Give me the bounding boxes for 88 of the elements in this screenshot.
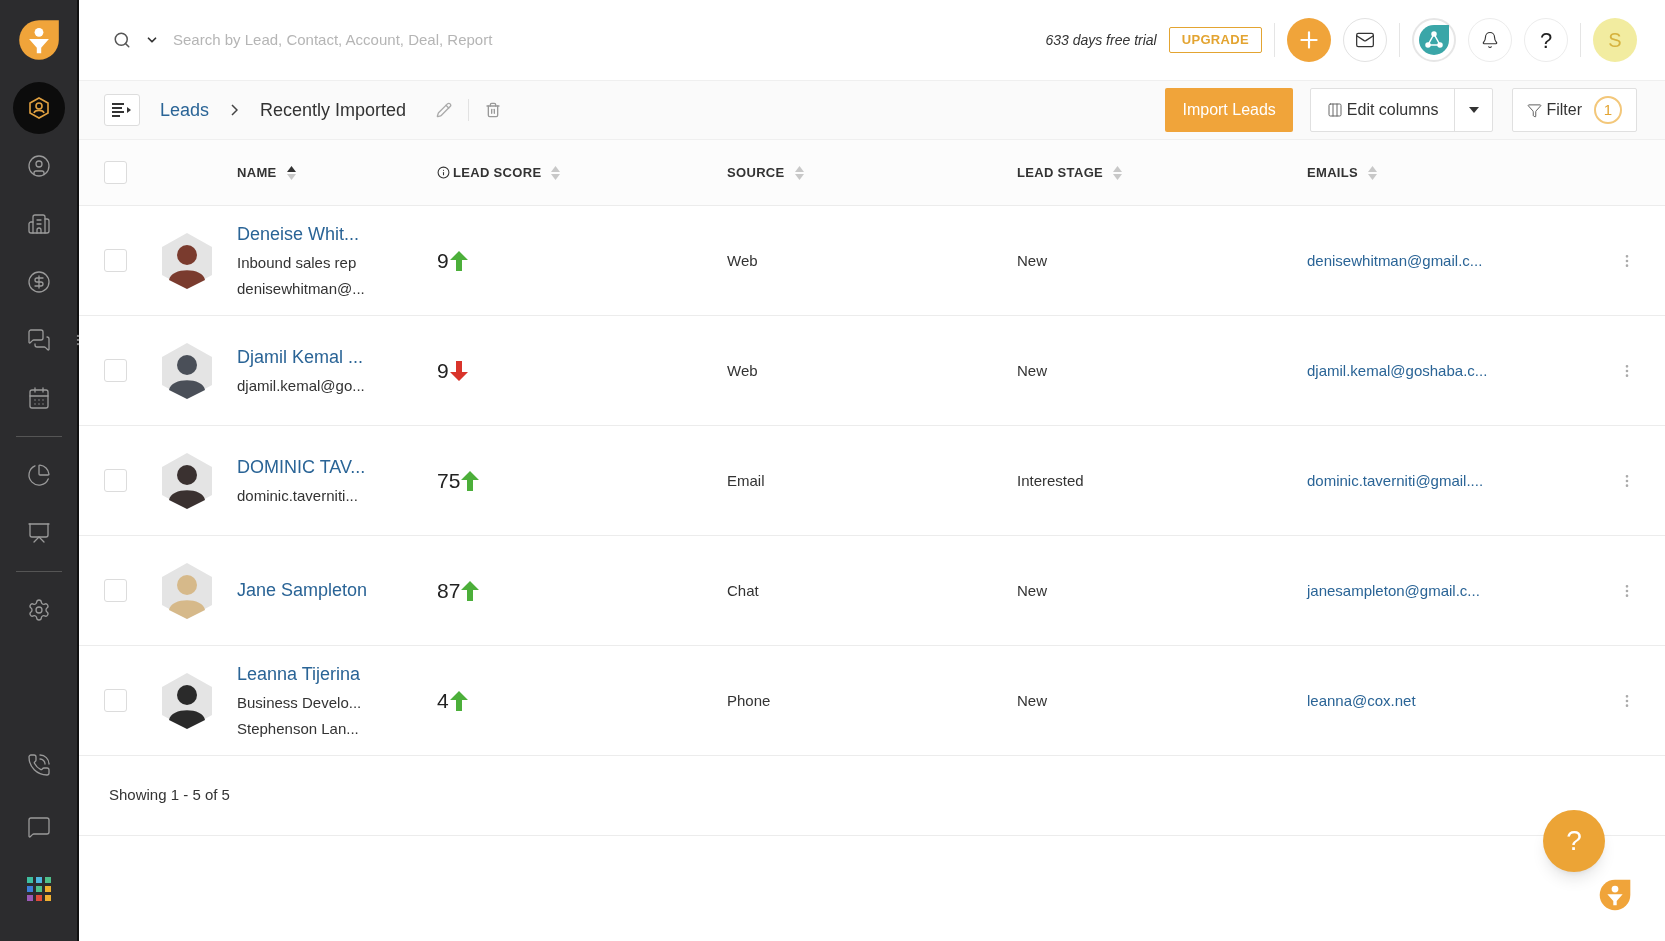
- lead-name-link[interactable]: Djamil Kemal ...: [237, 343, 437, 371]
- lead-detail-text: Business Develo...: [237, 692, 363, 713]
- pie-chart-icon: [26, 463, 51, 487]
- search-field[interactable]: Search by Lead, Contact, Account, Deal, Report: [173, 28, 693, 52]
- lead-name-link[interactable]: Leanna Tijerina: [237, 660, 437, 688]
- avatar: [160, 341, 214, 400]
- list-toggle-button[interactable]: [104, 94, 140, 126]
- network-icon: [1418, 24, 1450, 56]
- lead-detail-text: Stephenson Lan...: [237, 719, 360, 739]
- lead-score-text: 75: [437, 467, 461, 494]
- trial-text: 633 days free trial: [1045, 30, 1157, 50]
- settings-icon: [26, 598, 51, 622]
- email-link[interactable]: denisewhitman@gmail.c...: [1307, 251, 1483, 269]
- filter-count-badge: 1: [1594, 96, 1622, 124]
- notifications-button[interactable]: [1468, 18, 1512, 62]
- filter-icon: [1527, 102, 1543, 118]
- column-header[interactable]: EMAILS: [1307, 162, 1359, 183]
- chat-bubbles-icon: [26, 328, 51, 352]
- lead-score-text: 4: [437, 687, 449, 714]
- breadcrumb-link[interactable]: Leads: [160, 96, 210, 124]
- column-header[interactable]: SOURCE: [727, 162, 785, 183]
- message-icon: [26, 815, 51, 839]
- source-text: Chat: [727, 581, 759, 599]
- email-link[interactable]: janesampleton@gmail.c...: [1307, 581, 1480, 599]
- bell-icon: [1481, 31, 1499, 49]
- chevron-right-icon: [231, 104, 239, 116]
- lead-detail-text: dominic.taverniti...: [237, 485, 359, 506]
- lead-stage-text: New: [1017, 581, 1047, 599]
- avatar: [160, 451, 214, 510]
- lead-stage-text: New: [1017, 691, 1047, 709]
- source-text: Web: [727, 361, 758, 379]
- building-icon: [26, 212, 51, 236]
- lead-detail-text: denisewhitman@...: [237, 279, 366, 299]
- source-text: Web: [727, 251, 758, 269]
- view-title: Recently Imported: [260, 98, 407, 122]
- lead-name-link[interactable]: DOMINIC TAV...: [237, 453, 437, 481]
- column-header[interactable]: LEAD STAGE: [1017, 162, 1104, 183]
- lead-name-link[interactable]: Deneise Whit...: [237, 220, 437, 248]
- source-text: Phone: [727, 691, 771, 709]
- filter-button[interactable]: Filter 1: [1512, 88, 1637, 132]
- row-checkbox[interactable]: [104, 579, 127, 602]
- apps-grid-icon[interactable]: [26, 877, 51, 901]
- mail-icon: [1355, 30, 1375, 50]
- row-checkbox[interactable]: [104, 249, 127, 272]
- brand-badge-icon: [1598, 878, 1632, 912]
- sidebar-item[interactable]: [12, 82, 65, 134]
- edit-pencil-icon[interactable]: [436, 102, 453, 118]
- help-button[interactable]: ?: [1524, 18, 1568, 62]
- calendar-icon: [26, 386, 51, 410]
- add-button[interactable]: [1287, 18, 1331, 62]
- dollar-icon: [26, 270, 51, 294]
- avatar: [160, 671, 214, 730]
- avatar: [160, 561, 214, 620]
- row-checkbox[interactable]: [104, 359, 127, 382]
- email-link[interactable]: leanna@cox.net: [1307, 691, 1416, 709]
- columns-icon: [1326, 102, 1343, 118]
- row-checkbox[interactable]: [104, 161, 127, 184]
- row-checkbox[interactable]: [104, 689, 127, 712]
- lead-name-link[interactable]: Jane Sampleton: [237, 577, 437, 604]
- lead-detail-text: djamil.kemal@go...: [237, 375, 366, 396]
- phone-icon: [26, 753, 51, 777]
- lead-stage-text: Interested: [1017, 471, 1084, 489]
- lead-detail-text: Inbound sales rep: [237, 252, 358, 273]
- app-logo: [16, 18, 61, 62]
- email-link[interactable]: dominic.taverniti@gmail....: [1307, 471, 1484, 489]
- lead-stage-text: New: [1017, 361, 1047, 379]
- trash-icon[interactable]: [485, 102, 502, 118]
- list-menu-icon: [112, 103, 132, 117]
- column-header[interactable]: NAME: [237, 162, 277, 183]
- email-link[interactable]: djamil.kemal@goshaba.c...: [1307, 361, 1488, 379]
- leads-icon: [26, 96, 51, 120]
- avatar: [160, 231, 214, 290]
- pagination-text: Showing 1 - 5 of 5: [109, 785, 230, 806]
- column-header[interactable]: LEAD SCORE: [437, 162, 542, 183]
- row-checkbox[interactable]: [104, 469, 127, 492]
- lead-score-text: 9: [437, 357, 449, 384]
- info-icon[interactable]: [437, 166, 450, 179]
- lead-stage-text: New: [1017, 251, 1047, 269]
- integrations-button[interactable]: [1412, 18, 1456, 62]
- mail-button[interactable]: [1343, 18, 1387, 62]
- presentation-chart-icon: [26, 521, 51, 545]
- sort-icon[interactable]: [286, 165, 296, 180]
- source-text: Email: [727, 471, 765, 489]
- search-icon[interactable]: [113, 31, 131, 49]
- lead-score-text: 87: [437, 577, 461, 604]
- contact-icon: [26, 154, 51, 178]
- lead-score-text: 9: [437, 247, 449, 274]
- caret-icon: [1468, 107, 1479, 113]
